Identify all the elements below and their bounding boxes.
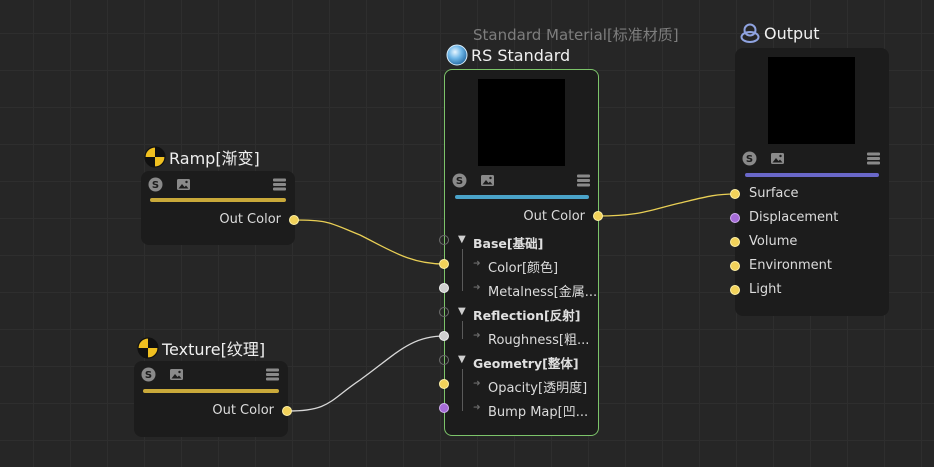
output-volume-port[interactable] xyxy=(730,237,740,247)
rs-input-metalness-label: Metalness[金属... xyxy=(488,285,598,300)
rs-out-color-label: Out Color xyxy=(523,209,585,224)
image-icon[interactable] xyxy=(480,173,495,188)
reflection-tree-line xyxy=(462,321,463,339)
ramp-node-icon xyxy=(144,146,166,168)
rs-input-color-port[interactable] xyxy=(439,259,449,269)
output-title-text: Output xyxy=(764,23,820,43)
ramp-accent-bar xyxy=(150,198,286,202)
rs-out-color-port[interactable] xyxy=(593,211,603,221)
output-input-light-label: Light xyxy=(749,282,782,297)
arrow-icon: ➜ xyxy=(473,259,481,269)
rs-input-opacity-label: Opacity[透明度] xyxy=(488,381,588,396)
texture-node-title[interactable]: Texture[纹理] xyxy=(137,336,265,360)
geometry-tree-line xyxy=(462,369,463,411)
menu-icon[interactable] xyxy=(576,173,591,188)
rs-standard-node-title[interactable]: RS Standard xyxy=(446,44,570,66)
arrow-icon: ➜ xyxy=(473,331,481,341)
texture-out-color-label: Out Color xyxy=(212,403,274,418)
output-preview xyxy=(768,57,855,144)
s-icon[interactable]: S xyxy=(742,151,757,166)
svg-text:S: S xyxy=(152,180,159,191)
output-environment-port[interactable] xyxy=(730,261,740,271)
image-icon[interactable] xyxy=(770,151,785,166)
material-sphere-icon xyxy=(446,44,468,66)
ramp-node[interactable]: S Out Color xyxy=(141,171,295,245)
base-group-chevron-icon[interactable]: ▼ xyxy=(458,234,466,245)
output-surface-port[interactable] xyxy=(730,189,740,199)
svg-text:S: S xyxy=(456,176,463,187)
wire-rs-to-surface[interactable] xyxy=(597,193,736,217)
texture-node-icon xyxy=(137,337,159,359)
geometry-group-chevron-icon[interactable]: ▼ xyxy=(458,354,466,365)
reflection-group-port[interactable] xyxy=(439,307,449,317)
texture-out-color-port[interactable] xyxy=(282,406,292,416)
ramp-out-color-label: Out Color xyxy=(219,212,281,227)
texture-title-text: Texture[纹理] xyxy=(162,340,266,359)
rs-standard-node[interactable]: S Out Color ▼ Base[基础] ➜ Color[颜色] ➜ Met… xyxy=(444,69,599,436)
image-icon[interactable] xyxy=(169,367,184,382)
menu-icon[interactable] xyxy=(272,177,287,192)
s-icon[interactable]: S xyxy=(141,367,156,382)
output-accent-bar xyxy=(745,173,879,177)
base-tree-line xyxy=(462,249,463,291)
reflection-group-label[interactable]: Reflection[反射] xyxy=(473,305,580,324)
arrow-icon: ➜ xyxy=(473,283,481,293)
base-group-label[interactable]: Base[基础] xyxy=(473,233,543,252)
wire-ramp-to-color[interactable] xyxy=(293,219,445,265)
output-displacement-port[interactable] xyxy=(730,213,740,223)
texture-node[interactable]: S Out Color xyxy=(134,361,288,437)
rs-input-bump-map-label: Bump Map[凹... xyxy=(488,405,589,420)
output-input-environment-label: Environment xyxy=(749,258,833,273)
rs-input-color-label: Color[颜色] xyxy=(488,261,559,276)
rs-standard-title-text: RS Standard xyxy=(471,45,571,65)
s-icon[interactable]: S xyxy=(148,177,163,192)
rs-input-opacity-port[interactable] xyxy=(439,379,449,389)
texture-accent-bar xyxy=(143,389,279,393)
ramp-title-text: Ramp[渐变] xyxy=(169,149,260,168)
geometry-group-port[interactable] xyxy=(439,355,449,365)
rs-standard-accent-bar xyxy=(455,195,589,199)
menu-icon[interactable] xyxy=(866,151,881,166)
ramp-out-color-port[interactable] xyxy=(289,215,299,225)
output-node[interactable]: S Surface Displacement Volume Environmen… xyxy=(735,48,889,316)
output-input-surface-label: Surface xyxy=(749,186,799,201)
base-group-port[interactable] xyxy=(439,235,449,245)
rs-input-roughness-port[interactable] xyxy=(439,331,449,341)
svg-text:S: S xyxy=(746,154,753,165)
wire-texture-to-roughness[interactable] xyxy=(287,335,445,412)
arrow-icon: ➜ xyxy=(473,403,481,413)
s-icon[interactable]: S xyxy=(452,173,467,188)
rs-standard-subtitle: Standard Material[标准材质] xyxy=(473,26,679,44)
output-node-title[interactable]: Output xyxy=(739,22,820,44)
menu-icon[interactable] xyxy=(265,367,280,382)
arrow-icon: ➜ xyxy=(473,379,481,389)
reflection-group-chevron-icon[interactable]: ▼ xyxy=(458,306,466,317)
output-light-port[interactable] xyxy=(730,285,740,295)
rs-input-roughness-label: Roughness[粗... xyxy=(488,333,590,348)
svg-text:S: S xyxy=(145,370,152,381)
output-icon xyxy=(740,23,760,43)
ramp-node-title[interactable]: Ramp[渐变] xyxy=(144,145,260,169)
rs-input-bump-map-port[interactable] xyxy=(439,403,449,413)
material-preview xyxy=(478,79,565,166)
output-input-volume-label: Volume xyxy=(749,234,798,249)
image-icon[interactable] xyxy=(176,177,191,192)
output-input-displacement-label: Displacement xyxy=(749,210,839,225)
rs-input-metalness-port[interactable] xyxy=(439,283,449,293)
geometry-group-label[interactable]: Geometry[整体] xyxy=(473,353,579,372)
